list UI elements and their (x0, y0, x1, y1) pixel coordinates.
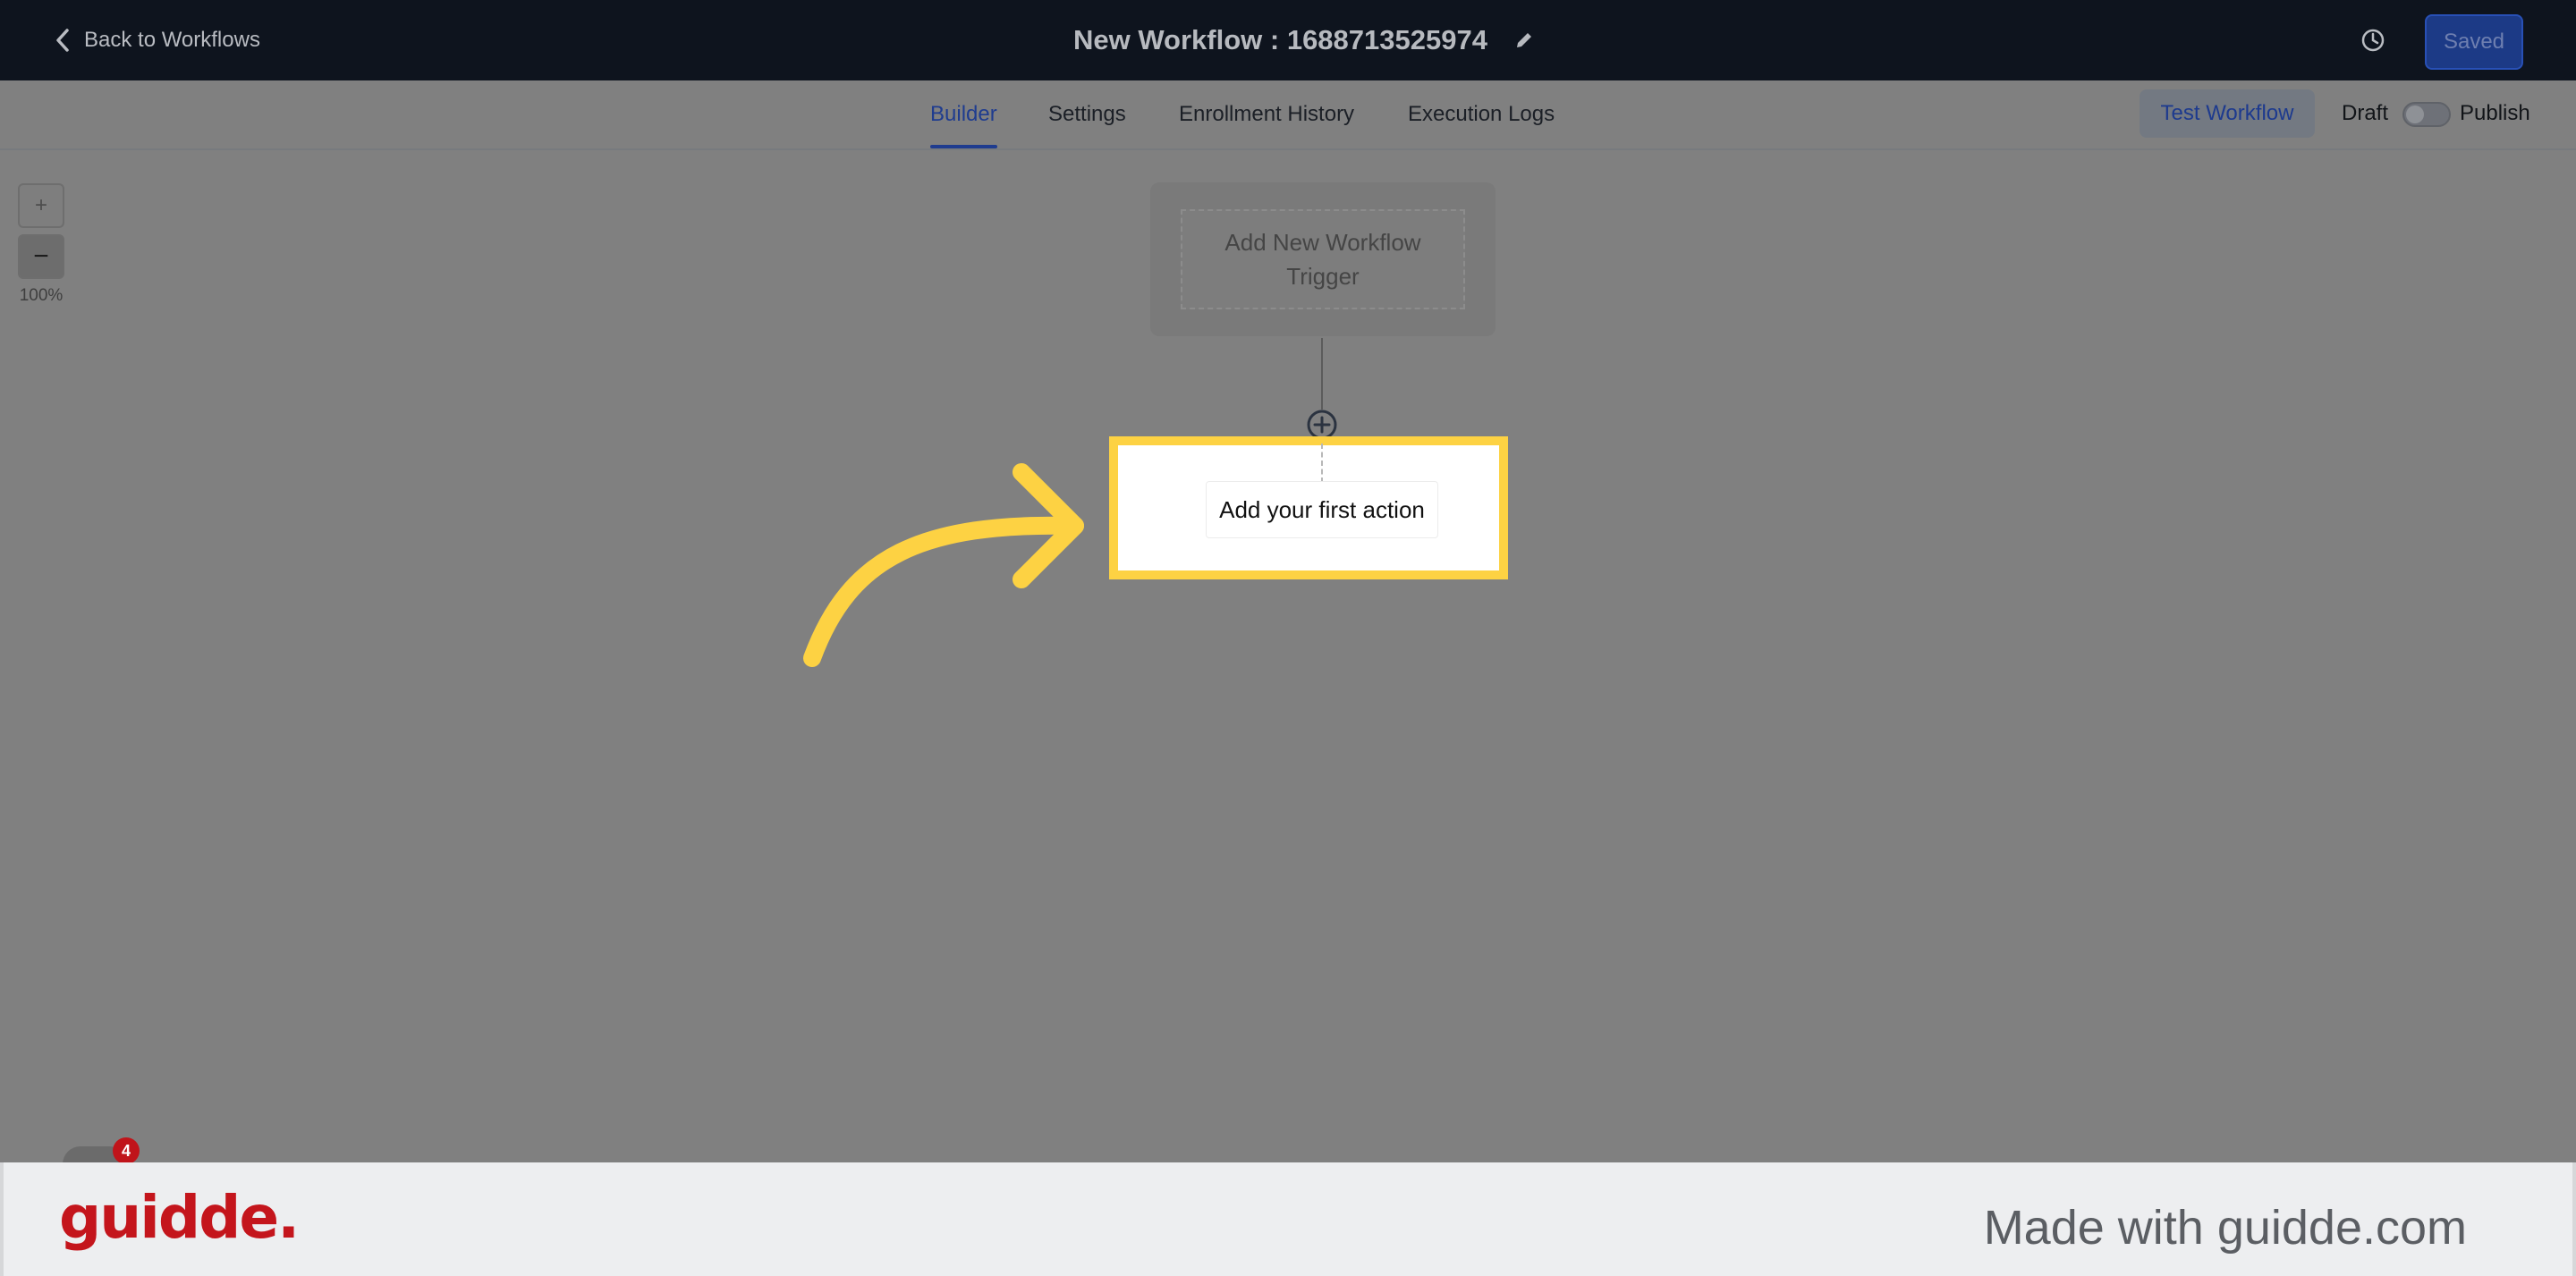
zoom-in-button[interactable]: + (18, 183, 64, 228)
guidde-footer: guidde. Made with guidde.com (0, 1162, 2576, 1276)
publish-toggle[interactable] (2402, 102, 2451, 127)
zoom-out-button[interactable]: − (18, 234, 64, 279)
notification-badge: 4 (113, 1137, 140, 1164)
made-with-text: Made with guidde.com (1983, 1201, 2467, 1255)
tab-bar: Builder Settings Enrollment History Exec… (0, 80, 2576, 150)
saved-button[interactable]: Saved (2425, 14, 2523, 70)
draft-label: Draft (2342, 101, 2389, 125)
pointer-arrow-icon (803, 463, 1084, 667)
add-first-action-button[interactable]: Add your first action (1206, 481, 1438, 538)
trigger-node: Add New Workflow Trigger (1150, 182, 1496, 336)
top-header: Back to Workflows New Workflow : 1688713… (0, 0, 2576, 80)
tab-settings[interactable]: Settings (1048, 80, 1126, 148)
tab-builder[interactable]: Builder (930, 80, 997, 148)
chevron-left-icon (56, 29, 69, 52)
tab-enrollment-history[interactable]: Enrollment History (1179, 80, 1354, 148)
connector-line (1321, 338, 1323, 410)
toggle-knob (2406, 106, 2424, 123)
dashed-connector (1321, 444, 1323, 483)
pencil-icon[interactable] (1514, 30, 1534, 50)
back-link-label: Back to Workflows (84, 28, 260, 52)
history-icon[interactable] (2358, 25, 2388, 55)
tab-execution-logs[interactable]: Execution Logs (1408, 80, 1555, 148)
test-workflow-button[interactable]: Test Workflow (2140, 89, 2315, 138)
add-trigger-button[interactable]: Add New Workflow Trigger (1181, 209, 1465, 309)
trigger-line-2: Trigger (1286, 263, 1360, 290)
guidde-logo: guidde. (59, 1183, 300, 1252)
workflow-title: New Workflow : 1688713525974 (1073, 20, 1534, 61)
publish-label: Publish (2460, 101, 2530, 125)
zoom-level: 100% (19, 286, 64, 305)
trigger-line-1: Add New Workflow (1224, 229, 1421, 256)
workflow-title-text: New Workflow : 1688713525974 (1073, 24, 1487, 55)
back-to-workflows-link[interactable]: Back to Workflows (55, 21, 260, 59)
